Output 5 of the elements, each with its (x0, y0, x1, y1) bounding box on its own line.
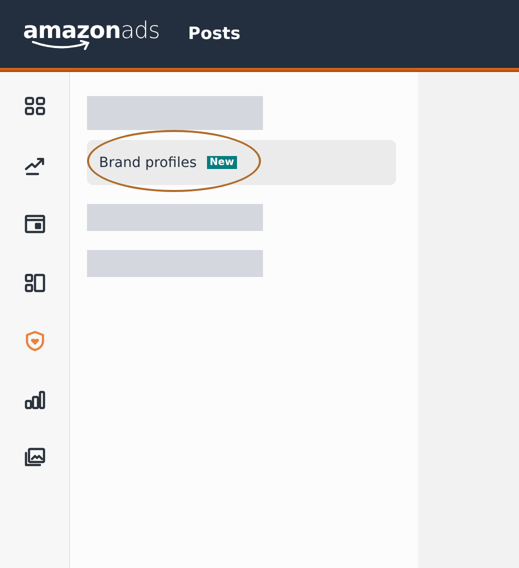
new-badge: New (206, 156, 238, 169)
page-title: Posts (188, 24, 241, 44)
menu-item[interactable]: Brand profiles New (87, 140, 396, 185)
logo-text: amazonads (23, 18, 160, 42)
browser-window-icon[interactable] (22, 212, 46, 236)
